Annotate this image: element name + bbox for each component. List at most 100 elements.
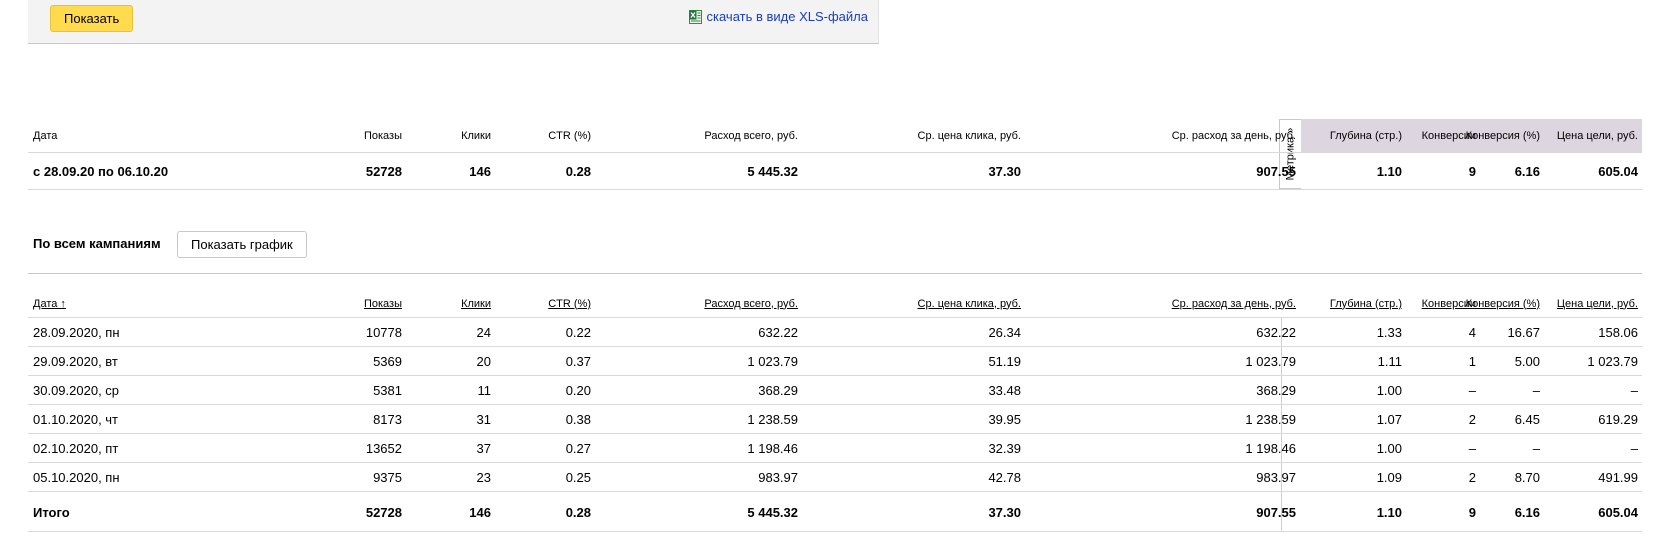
- cell-spend: 1 198.46: [747, 440, 798, 456]
- sort-depth-header[interactable]: Глубина (стр.): [1330, 290, 1402, 317]
- table-row: 01.10.2020, чт 8173 31 0.38 1 238.59 39.95 1 2…: [28, 405, 1642, 433]
- cell-goal-cost: –: [1630, 440, 1638, 456]
- sort-spend-header[interactable]: Расход всего, руб.: [704, 290, 798, 317]
- total-depth: 1.10: [1376, 505, 1402, 520]
- cell-conversion-rate: 6.45: [1514, 411, 1540, 427]
- table-row: 30.09.2020, ср 5381 11 0.20 368.29 33.48 368.2…: [28, 376, 1642, 404]
- show-graph-button[interactable]: Показать график: [177, 231, 307, 258]
- col-date-header: Дата: [33, 129, 58, 142]
- cell-conversions: –: [1468, 382, 1476, 398]
- cell-daily-spend: 1 238.59: [1245, 411, 1296, 427]
- campaigns-header-row: Дата ↑ Показы Клики CTR (%) Расход всего…: [28, 290, 1642, 317]
- cell-cpc: 26.34: [988, 324, 1021, 340]
- cell-date: 30.09.2020, ср: [33, 382, 120, 398]
- cell-clicks: 23: [476, 469, 491, 485]
- cell-ctr: 0.38: [565, 411, 591, 427]
- col-spend-header: Расход всего, руб.: [704, 129, 798, 142]
- summary-conversion-rate: 6.16: [1514, 163, 1540, 179]
- col-cpc-header: Ср. цена клика, руб.: [917, 129, 1021, 142]
- total-ctr: 0.28: [565, 505, 591, 520]
- cell-impressions: 13652: [365, 440, 402, 456]
- cell-conversion-rate: 16.67: [1507, 324, 1540, 340]
- cell-depth: 1.11: [1377, 353, 1402, 369]
- sort-daily-spend-header[interactable]: Ср. расход за день, руб.: [1172, 290, 1296, 317]
- cell-goal-cost: –: [1630, 382, 1638, 398]
- summary-depth: 1.10: [1376, 163, 1402, 179]
- cell-date: 02.10.2020, пт: [33, 440, 119, 456]
- col-daily-spend-header: Ср. расход за день, руб.: [1171, 129, 1296, 142]
- cell-depth: 1.33: [1376, 324, 1402, 340]
- divider: [28, 273, 1642, 274]
- cell-depth: 1.07: [1376, 411, 1402, 427]
- cell-ctr: 0.20: [565, 382, 591, 398]
- cell-clicks: 20: [476, 353, 491, 369]
- cell-daily-spend: 368.29: [1256, 382, 1296, 398]
- cell-date: 01.10.2020, чт: [33, 411, 119, 427]
- cell-cpc: 32.39: [988, 440, 1021, 456]
- table-row: 28.09.2020, пн 10778 24 0.22 632.22 26.34 632.…: [28, 318, 1642, 346]
- download-xls-label: скачать в виде XLS-файла: [706, 9, 869, 24]
- excel-file-icon: [688, 9, 702, 24]
- cell-daily-spend: 983.97: [1256, 469, 1296, 485]
- col-depth-header: Глубина (стр.): [1329, 129, 1402, 142]
- cell-spend: 983.97: [758, 469, 798, 485]
- download-xls-link[interactable]: скачать в виде XLS-файла: [688, 9, 869, 24]
- cell-goal-cost: 491.99: [1598, 469, 1638, 485]
- cell-ctr: 0.25: [565, 469, 591, 485]
- cell-spend: 1 238.59: [747, 411, 798, 427]
- total-impressions: 52728: [365, 505, 402, 520]
- cell-ctr: 0.37: [565, 353, 591, 369]
- total-clicks: 146: [469, 505, 491, 520]
- cell-impressions: 5381: [373, 382, 402, 398]
- cell-conversion-rate: –: [1532, 440, 1540, 456]
- cell-impressions: 9375: [373, 469, 402, 485]
- cell-conversions: –: [1468, 440, 1476, 456]
- summary-period: с 28.09.20 по 06.10.20: [33, 163, 169, 179]
- cell-date: 28.09.2020, пн: [33, 324, 120, 340]
- cell-conversion-rate: 8.70: [1514, 469, 1540, 485]
- total-conversions: 9: [1468, 505, 1476, 520]
- cell-spend: 368.29: [758, 382, 798, 398]
- cell-cpc: 51.19: [988, 353, 1021, 369]
- total-conversion-rate: 6.16: [1514, 505, 1540, 520]
- cell-daily-spend: 1 023.79: [1245, 353, 1296, 369]
- divider: [28, 491, 1642, 492]
- total-label: Итого: [33, 505, 70, 520]
- sort-goal-cost-header[interactable]: Цена цели, руб.: [1557, 290, 1638, 317]
- cell-date: 05.10.2020, пн: [33, 469, 120, 485]
- sort-conversion-rate-header[interactable]: Конверсия (%): [1466, 290, 1540, 317]
- sort-ctr-header[interactable]: CTR (%): [548, 290, 591, 317]
- divider: [28, 531, 1642, 532]
- col-ctr-header: CTR (%): [548, 129, 591, 142]
- col-clicks-header: Клики: [461, 129, 491, 142]
- sort-cpc-header[interactable]: Ср. цена клика, руб.: [918, 290, 1021, 317]
- sort-date-header[interactable]: Дата ↑: [33, 290, 66, 317]
- cell-daily-spend: 632.22: [1256, 324, 1296, 340]
- section-title: По всем кампаниям: [33, 236, 161, 251]
- summary-ctr: 0.28: [565, 163, 591, 179]
- summary-spend: 5 445.32: [747, 163, 798, 179]
- summary-daily-spend: 907.55: [1256, 163, 1296, 179]
- show-button[interactable]: Показать: [50, 5, 134, 32]
- summary-cpc: 37.30: [988, 163, 1021, 179]
- total-spend: 5 445.32: [747, 505, 798, 520]
- cell-cpc: 42.78: [988, 469, 1021, 485]
- cell-depth: 1.00: [1376, 382, 1402, 398]
- cell-date: 29.09.2020, вт: [33, 353, 118, 369]
- cell-clicks: 11: [477, 382, 492, 398]
- table-row: 05.10.2020, пн 9375 23 0.25 983.97 42.78 983.9…: [28, 463, 1642, 491]
- summary-row: с 28.09.20 по 06.10.20 52728 146 0.28 5 …: [28, 153, 1642, 189]
- sort-clicks-header[interactable]: Клики: [461, 290, 491, 317]
- cell-conversions: 4: [1468, 324, 1476, 340]
- cell-depth: 1.00: [1376, 440, 1402, 456]
- cell-ctr: 0.22: [565, 324, 591, 340]
- cell-cpc: 39.95: [988, 411, 1021, 427]
- cell-conversion-rate: –: [1532, 382, 1540, 398]
- cell-conversion-rate: 5.00: [1514, 353, 1540, 369]
- col-impressions-header: Показы: [363, 129, 402, 142]
- sort-impressions-header[interactable]: Показы: [364, 290, 402, 317]
- divider: [28, 189, 1642, 190]
- table-row: 02.10.2020, пт 13652 37 0.27 1 198.46 32.39 1 …: [28, 434, 1642, 462]
- total-daily-spend: 907.55: [1256, 505, 1296, 520]
- summary-clicks: 146: [469, 163, 491, 179]
